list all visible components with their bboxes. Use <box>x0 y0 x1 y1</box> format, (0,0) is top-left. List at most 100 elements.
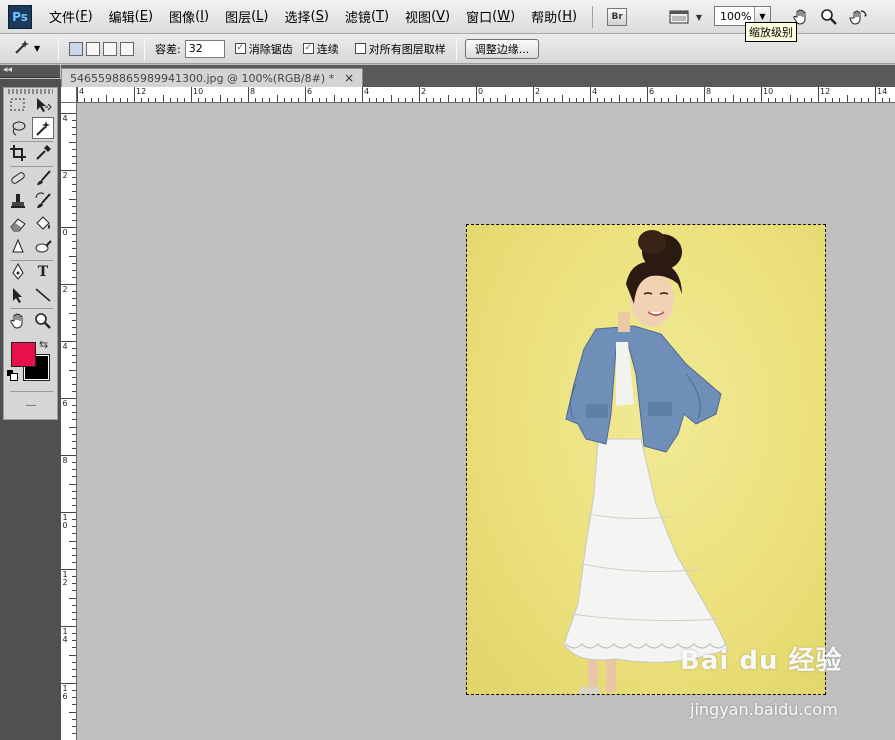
ruler-minor-tick <box>72 269 76 271</box>
new-selection-icon[interactable] <box>69 41 83 56</box>
crop-tool-icon[interactable] <box>7 142 29 164</box>
quick-mask-icon[interactable]: ― <box>20 394 42 416</box>
ruler-label: 10 <box>62 513 68 530</box>
ruler-minor-tick <box>126 98 128 102</box>
contiguous-checkbox[interactable]: ✓ 连续 <box>302 41 339 57</box>
panel-collapse-strip[interactable]: ◂◂ <box>0 65 60 78</box>
ruler-label: 16 <box>62 684 68 701</box>
ruler-major-tick <box>647 87 648 102</box>
menu-file[interactable]: 文件(F) <box>42 0 102 34</box>
horizontal-ruler[interactable]: 4 12 10 8 6 4 2 0 2 4 6 8 10 12 14 <box>77 87 895 103</box>
ruler-label: 8 <box>62 456 68 465</box>
default-colors-icon[interactable] <box>7 370 18 381</box>
ruler-label: 4 <box>79 87 85 96</box>
ruler-minor-tick <box>846 95 848 102</box>
ruler-minor-tick <box>839 98 841 102</box>
foreground-color-swatch[interactable] <box>11 342 36 367</box>
collapse-panel-icon[interactable]: ◂◂ <box>3 65 12 75</box>
photoshop-logo[interactable]: Ps <box>8 4 32 29</box>
menu-image-label: 图像 <box>169 11 196 26</box>
clone-stamp-tool-icon[interactable] <box>7 190 29 212</box>
swap-colors-icon[interactable]: ⇆ <box>39 338 48 351</box>
magic-wand-tool-icon[interactable] <box>32 117 54 139</box>
rotate-view-icon[interactable] <box>847 6 869 28</box>
dodge-tool-icon[interactable] <box>32 236 54 258</box>
ruler-label: 6 <box>307 87 313 96</box>
menu-filter[interactable]: 滤镜(T) <box>338 0 398 34</box>
ruler-minor-tick <box>72 355 76 357</box>
vertical-ruler[interactable]: 4 2 0 2 4 6 8 10 12 14 16 <box>61 103 77 740</box>
type-tool-icon[interactable]: T <box>32 261 54 283</box>
sample-all-layers-checkbox[interactable]: 对所有图层取样 <box>354 41 446 57</box>
eraser-tool-icon[interactable] <box>7 213 29 235</box>
menu-select[interactable]: 选择(S) <box>277 0 337 34</box>
subtract-from-selection-icon[interactable] <box>103 41 117 56</box>
document-tab-title: 546559886598994130​0.jpg @ 100%(RGB/8#) … <box>70 71 335 85</box>
hand-tool-icon[interactable] <box>7 310 29 332</box>
zoom-tool-icon[interactable] <box>32 310 54 332</box>
marquee-tool-icon[interactable] <box>7 94 29 116</box>
watermark-text: Bai du 经验 <box>680 646 843 676</box>
ruler-minor-tick <box>732 95 734 102</box>
ruler-minor-tick <box>69 540 76 542</box>
screen-mode-dropdown-icon[interactable]: ▼ <box>688 6 710 28</box>
ruler-major-tick <box>134 87 135 102</box>
ruler-minor-tick <box>376 98 378 102</box>
paint-bucket-tool-icon[interactable] <box>32 213 54 235</box>
menu-window[interactable]: 窗口(W) <box>459 0 524 34</box>
menu-view[interactable]: 视图(V) <box>398 0 459 34</box>
sample-all-layers-label: 对所有图层取样 <box>368 42 446 56</box>
healing-brush-tool-icon[interactable] <box>7 167 29 189</box>
ruler-minor-tick <box>269 98 271 102</box>
blur-tool-icon[interactable] <box>7 236 29 258</box>
ruler-minor-tick <box>725 98 727 102</box>
ruler-minor-tick <box>72 590 76 592</box>
menu-layer[interactable]: 图层(L) <box>218 0 277 34</box>
ruler-minor-tick <box>72 675 76 677</box>
menu-image-key: I <box>200 9 204 24</box>
tool-preset-picker[interactable]: ▼ <box>8 38 52 60</box>
ruler-major-tick <box>305 87 306 102</box>
line-tool-icon[interactable] <box>32 284 54 306</box>
ruler-minor-tick <box>72 668 76 670</box>
menu-filter-key: T <box>376 9 384 24</box>
ruler-minor-tick <box>69 141 76 143</box>
close-document-icon[interactable]: × <box>344 71 354 85</box>
sample-all-layers-check-icon <box>354 43 366 54</box>
brush-tool-icon[interactable] <box>32 167 54 189</box>
magic-wand-icon <box>14 39 30 58</box>
lasso-tool-icon[interactable] <box>7 117 29 139</box>
ruler-minor-tick <box>454 98 456 102</box>
screen-mode-icon[interactable] <box>668 6 690 28</box>
document-tab[interactable]: 546559886598994130​0.jpg @ 100%(RGB/8#) … <box>61 68 364 87</box>
bridge-button[interactable]: Br <box>607 7 628 26</box>
antialias-checkbox[interactable]: ✓ 消除锯齿 <box>234 41 293 57</box>
ruler-minor-tick <box>72 134 76 136</box>
add-to-selection-icon[interactable] <box>86 41 100 56</box>
path-selection-tool-icon[interactable] <box>7 284 29 306</box>
ruler-minor-tick <box>383 98 385 102</box>
document-image[interactable] <box>466 224 826 695</box>
ruler-label: 8 <box>706 87 712 96</box>
tolerance-input[interactable]: 32 <box>184 39 225 58</box>
ruler-major-tick <box>77 87 78 102</box>
intersect-selection-icon[interactable] <box>120 41 134 56</box>
ruler-minor-tick <box>148 98 150 102</box>
menu-edit[interactable]: 编辑(E) <box>102 0 162 34</box>
menu-help[interactable]: 帮助(H) <box>524 0 586 34</box>
zoom-tool-icon[interactable] <box>818 6 840 28</box>
menu-image[interactable]: 图像(I) <box>162 0 218 34</box>
history-brush-tool-icon[interactable] <box>32 190 54 212</box>
ruler-minor-tick <box>796 98 798 102</box>
ruler-origin[interactable] <box>61 87 77 103</box>
refine-edge-button[interactable]: 调整边缘... <box>464 38 540 59</box>
ruler-minor-tick <box>561 95 563 102</box>
ruler-minor-tick <box>91 98 93 102</box>
ruler-minor-tick <box>72 148 76 150</box>
ruler-minor-tick <box>72 319 76 321</box>
ruler-minor-tick <box>696 98 698 102</box>
eyedropper-tool-icon[interactable] <box>32 142 54 164</box>
move-tool-icon[interactable] <box>32 94 54 116</box>
pen-tool-icon[interactable] <box>7 261 29 283</box>
ruler-minor-tick <box>72 497 76 499</box>
